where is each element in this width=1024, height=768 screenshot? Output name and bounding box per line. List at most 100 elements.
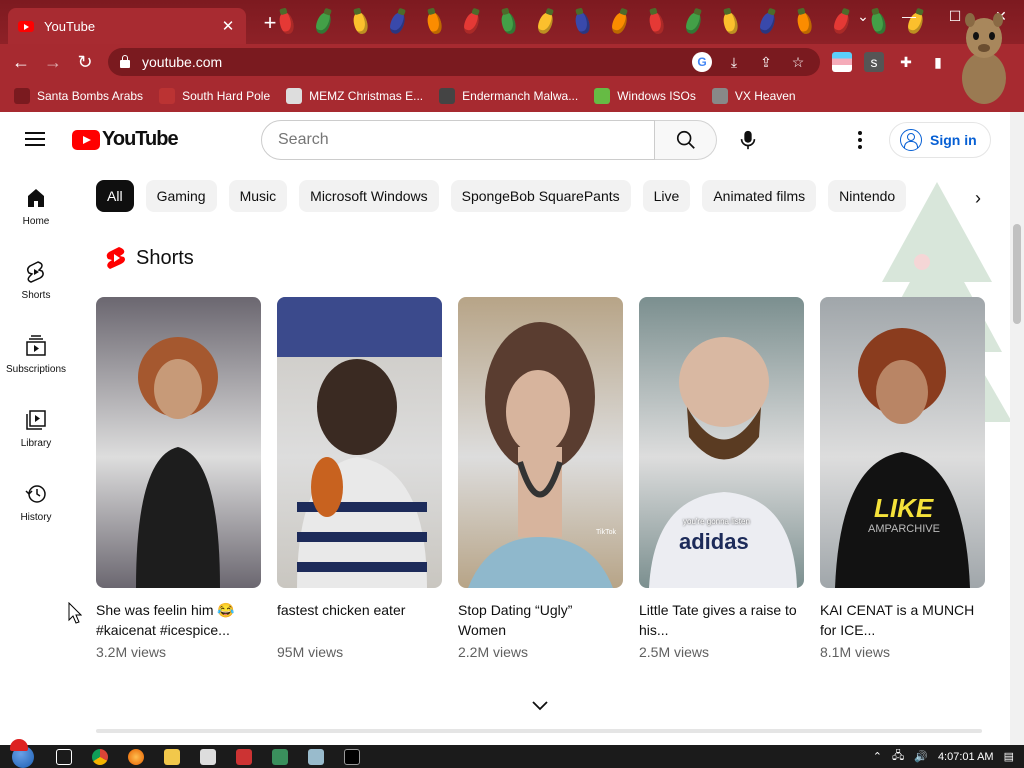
menu-icon[interactable] bbox=[24, 130, 46, 148]
puzzle-icon[interactable]: ✚ bbox=[896, 52, 916, 72]
volume-icon[interactable]: 🔊 bbox=[914, 750, 928, 763]
voice-search-button[interactable] bbox=[730, 122, 766, 158]
side-panel-icon[interactable]: ▮ bbox=[928, 52, 948, 72]
short-card[interactable]: fastest chicken eater 95M views bbox=[277, 297, 442, 660]
cmd-icon[interactable] bbox=[334, 745, 370, 768]
sign-in-button[interactable]: Sign in bbox=[889, 122, 991, 158]
browser-chrome: YouTube ✕ + ⌄ — ☐ ✕ ← → ↻ youtube.com G … bbox=[0, 0, 1024, 112]
scrollbar-thumb[interactable] bbox=[1013, 224, 1021, 324]
santa-hat-icon bbox=[10, 739, 28, 751]
short-title[interactable]: Little Tate gives a raise to his... bbox=[639, 600, 804, 640]
short-views: 95M views bbox=[277, 644, 344, 660]
shirt-logo-text: adidas bbox=[679, 529, 749, 554]
filter-chip[interactable]: Music bbox=[228, 180, 288, 212]
bookmark-label: Santa Bombs Arabs bbox=[37, 89, 144, 103]
guide-item-home[interactable]: Home bbox=[0, 168, 72, 242]
guide-item-label: Home bbox=[22, 216, 50, 227]
guide-item-shorts[interactable]: Shorts bbox=[0, 242, 72, 316]
light-bulb-icon bbox=[425, 10, 444, 36]
short-card[interactable]: TikTok Stop Dating “Ugly” Women 2.2M views bbox=[458, 297, 623, 660]
star-icon[interactable]: ☆ bbox=[788, 52, 808, 72]
minimize-button[interactable]: — bbox=[886, 0, 932, 32]
s-extension-icon[interactable]: s bbox=[864, 52, 884, 72]
filter-chip[interactable]: Animated films bbox=[702, 180, 817, 212]
youtube-page: YouTube Sign in Home Shorts Subscriptions L… bbox=[0, 112, 1024, 745]
bookmark-item[interactable]: South Hard Pole bbox=[159, 88, 270, 104]
more-options-icon[interactable] bbox=[848, 126, 872, 154]
short-card[interactable]: you're gonna listen adidas Little Tate giv… bbox=[639, 297, 804, 660]
bookmark-item[interactable]: MEMZ Christmas E... bbox=[286, 88, 423, 104]
install-icon[interactable]: ⤓ bbox=[724, 52, 744, 72]
notepad-icon[interactable] bbox=[262, 745, 298, 768]
chevron-right-icon[interactable]: › bbox=[964, 184, 992, 212]
bookmark-item[interactable]: Windows ISOs bbox=[594, 88, 696, 104]
santa-icon bbox=[14, 88, 30, 104]
filter-chip[interactable]: All bbox=[96, 180, 134, 212]
light-bulb-icon bbox=[683, 10, 704, 36]
firefox-icon[interactable] bbox=[118, 745, 154, 768]
tab-close-icon[interactable]: ✕ bbox=[220, 17, 236, 35]
masthead: YouTube Sign in bbox=[0, 112, 1010, 168]
bookmark-label: Windows ISOs bbox=[617, 89, 696, 103]
video-caption: you're gonna listen bbox=[683, 517, 750, 526]
start-button[interactable] bbox=[0, 739, 46, 768]
filter-chip[interactable]: Gaming bbox=[145, 180, 217, 212]
short-thumbnail[interactable]: LIKE AMPARCHIVE bbox=[820, 297, 985, 588]
bookmark-item[interactable]: Santa Bombs Arabs bbox=[14, 88, 143, 104]
google-icon[interactable]: G bbox=[692, 52, 712, 72]
bookmark-item[interactable]: VX Heaven bbox=[711, 88, 796, 104]
short-thumbnail[interactable] bbox=[96, 297, 261, 588]
network-icon[interactable]: 🖧 bbox=[892, 747, 904, 766]
clock[interactable]: 4:07:01 AM bbox=[938, 751, 994, 763]
tab-youtube[interactable]: YouTube ✕ bbox=[8, 8, 246, 44]
search-button[interactable] bbox=[655, 120, 717, 160]
devcpp-icon[interactable] bbox=[226, 745, 262, 768]
task-view-icon[interactable] bbox=[46, 745, 82, 768]
trans-flag-extension-icon[interactable] bbox=[832, 52, 852, 72]
short-thumbnail[interactable]: you're gonna listen adidas bbox=[639, 297, 804, 588]
shorts-logo-icon bbox=[106, 247, 125, 269]
short-title[interactable]: Stop Dating “Ugly” Women bbox=[458, 600, 623, 640]
mini-guide: Home Shorts Subscriptions Library History bbox=[0, 168, 72, 538]
bookmark-icon bbox=[159, 88, 176, 104]
short-title[interactable]: fastest chicken eater bbox=[277, 600, 442, 640]
filter-chip[interactable]: Live bbox=[642, 180, 691, 212]
forward-button[interactable]: → bbox=[40, 49, 66, 75]
show-more-button[interactable] bbox=[530, 698, 550, 714]
short-thumbnail[interactable]: TikTok bbox=[458, 297, 623, 588]
short-card[interactable]: LIKE AMPARCHIVE KAI CENAT is a MUNCH for I… bbox=[820, 297, 985, 660]
filter-chip[interactable]: Microsoft Windows bbox=[299, 180, 439, 212]
filter-chip[interactable]: Nintendo bbox=[828, 180, 907, 212]
shield-icon bbox=[711, 88, 728, 104]
home-icon bbox=[28, 189, 44, 207]
bookmark-item[interactable]: Endermanch Malwa... bbox=[439, 88, 578, 104]
short-title[interactable]: She was feelin him 😂 #kaicenat #icespice… bbox=[96, 600, 261, 640]
back-button[interactable]: ← bbox=[8, 49, 34, 75]
tab-search-icon[interactable]: ⌄ bbox=[840, 0, 886, 32]
chrome-icon[interactable] bbox=[82, 745, 118, 768]
paint-icon[interactable] bbox=[298, 745, 334, 768]
guide-item-library[interactable]: Library bbox=[0, 390, 72, 464]
guide-item-history[interactable]: History bbox=[0, 464, 72, 538]
windows-taskbar: ⌃ 🖧 🔊 4:07:01 AM ▤ bbox=[0, 739, 1024, 768]
page-scrollbar[interactable] bbox=[1010, 112, 1024, 745]
7zip-icon[interactable] bbox=[190, 745, 226, 768]
folder-icon[interactable] bbox=[154, 745, 190, 768]
share-icon[interactable]: ⇪ bbox=[756, 52, 776, 72]
notifications-icon[interactable]: ▤ bbox=[1004, 750, 1014, 763]
new-tab-button[interactable]: + bbox=[258, 12, 282, 36]
reload-button[interactable]: ↻ bbox=[72, 49, 98, 75]
youtube-logo[interactable]: YouTube bbox=[72, 128, 179, 151]
shorts-row: She was feelin him 😂 #kaicenat #icespice… bbox=[96, 297, 985, 660]
light-bulb-icon bbox=[647, 10, 666, 36]
short-title[interactable]: KAI CENAT is a MUNCH for ICE... bbox=[820, 600, 985, 640]
search-input[interactable] bbox=[261, 120, 655, 160]
guide-item-subscriptions[interactable]: Subscriptions bbox=[0, 316, 72, 390]
filter-chip[interactable]: SpongeBob SquarePants bbox=[450, 180, 631, 212]
tray-expand-icon[interactable]: ⌃ bbox=[873, 750, 882, 763]
short-thumbnail[interactable] bbox=[277, 297, 442, 588]
address-bar[interactable]: youtube.com G ⤓ ⇪ ☆ bbox=[108, 48, 820, 76]
lock-icon[interactable] bbox=[120, 55, 130, 68]
short-card[interactable]: She was feelin him 😂 #kaicenat #icespice… bbox=[96, 297, 261, 660]
short-views: 2.5M views bbox=[639, 644, 710, 660]
